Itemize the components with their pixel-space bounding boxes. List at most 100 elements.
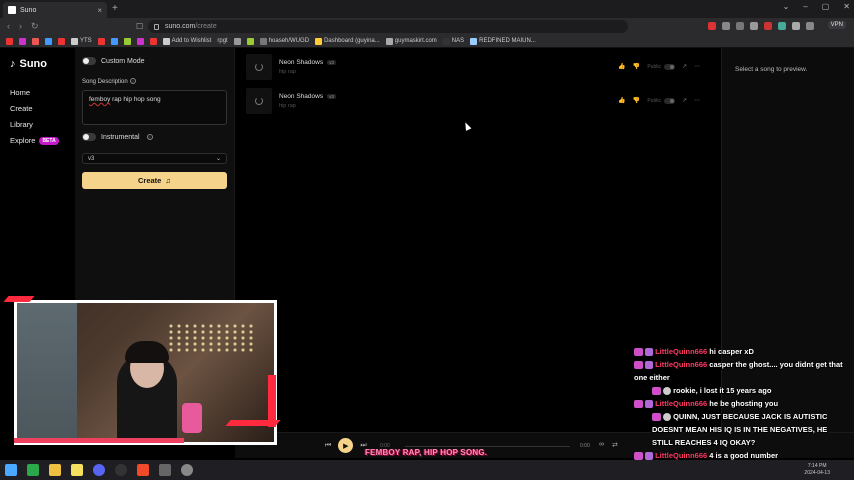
song-description-input[interactable]: femboy rap hip hop song <box>82 90 227 125</box>
song-tags: hip rap <box>279 103 296 109</box>
bookmark-icon-only[interactable] <box>45 37 52 45</box>
more-icon[interactable]: ⋯ <box>694 63 700 70</box>
model-select[interactable]: v3 ⌄ <box>82 153 227 164</box>
sidebar-item-library[interactable]: Library <box>10 120 65 129</box>
sub-badge-icon <box>652 387 661 396</box>
windows-start-icon[interactable] <box>5 464 17 476</box>
extension-icon[interactable] <box>792 22 800 30</box>
song-thumbnail <box>246 88 272 114</box>
shuffle-icon[interactable]: ⇄ <box>612 441 618 449</box>
extension-icon[interactable] <box>708 22 716 30</box>
string-lights <box>167 323 257 353</box>
help-icon[interactable]: ? <box>146 134 153 140</box>
extension-icon[interactable] <box>722 22 730 30</box>
brave-icon[interactable] <box>137 464 149 476</box>
thumbs-up-icon[interactable]: 👍 <box>618 97 625 104</box>
stream-chat: LittleQuinn666 hi casper xD LittleQuinn6… <box>634 345 849 462</box>
bookmark-item[interactable]: Add to Wishlist <box>162 37 211 45</box>
bookmark-item[interactable]: rpgt <box>217 38 227 44</box>
suno-favicon-icon <box>8 6 16 14</box>
previous-icon[interactable]: ⏮ <box>325 442 331 450</box>
sidebar-item-create[interactable]: Create <box>10 104 65 113</box>
maximize-button[interactable]: ▢ <box>822 2 830 11</box>
app-icon[interactable] <box>159 464 171 476</box>
progress-bar[interactable] <box>405 446 570 447</box>
forward-icon[interactable]: › <box>19 21 22 32</box>
bookmark-item[interactable]: Dashboard (guyina... <box>315 37 380 45</box>
bookmark-icon-only[interactable] <box>19 37 26 45</box>
bookmark-icon-only[interactable] <box>58 37 65 45</box>
tab-bar: Suno × + ⌄ – ▢ ✕ <box>0 0 854 18</box>
custom-mode-toggle[interactable] <box>82 57 96 65</box>
repeat-icon[interactable]: ∞ <box>599 441 604 449</box>
bookmark-icon-only[interactable] <box>233 37 241 45</box>
bookmark-item[interactable]: NAS <box>442 37 464 45</box>
sidebar-item-explore[interactable]: Explore BETA <box>10 136 65 145</box>
notes-icon[interactable] <box>71 464 83 476</box>
share-icon[interactable]: ↗ <box>682 63 687 70</box>
share-icon[interactable]: ↗ <box>682 97 687 104</box>
close-tab-icon[interactable]: × <box>97 6 102 15</box>
version-badge: v3 <box>327 60 336 65</box>
bookmark-icon-only[interactable] <box>97 37 105 45</box>
xbox-icon[interactable] <box>27 464 39 476</box>
bookmark-icon-only[interactable] <box>6 37 13 45</box>
bookmark-icon-only[interactable] <box>149 37 157 45</box>
song-row[interactable]: Neon Shadows v3 hip rap 👍 👎 Public ↗ ⋯ <box>246 87 710 115</box>
sidebar-item-home[interactable]: Home <box>10 88 65 97</box>
caption-text: FEMBOY RAP, HIP HOP SONG. <box>365 448 488 457</box>
minimize-button[interactable]: – <box>803 2 807 11</box>
close-window-button[interactable]: ✕ <box>843 2 850 11</box>
new-tab-button[interactable]: + <box>112 3 118 14</box>
music-note-icon: ♪ <box>10 58 16 70</box>
bookmark-icon[interactable]: ☐ <box>136 22 143 31</box>
address-bar[interactable]: suno.com/create <box>148 20 628 33</box>
tab-suno[interactable]: Suno × <box>3 2 107 18</box>
bookmark-item[interactable]: REDFINED MAIUN... <box>470 37 536 45</box>
instrumental-toggle[interactable] <box>82 133 96 141</box>
song-row[interactable]: Neon Shadows v3 hip rap 👍 👎 Public ↗ ⋯ <box>246 53 710 81</box>
song-title[interactable]: Neon Shadows <box>279 59 323 66</box>
create-button[interactable]: Create ♫ <box>82 172 227 189</box>
bookmark-item[interactable]: hoaseh/WUGD <box>259 37 309 45</box>
more-icon[interactable]: ⋯ <box>694 97 700 104</box>
thumbs-up-icon[interactable]: 👍 <box>618 63 625 70</box>
extension-icon[interactable] <box>806 22 814 30</box>
extension-icon[interactable] <box>736 22 744 30</box>
badge-icon <box>645 400 653 409</box>
back-icon[interactable]: ‹ <box>7 21 10 32</box>
extension-icon[interactable] <box>764 22 772 30</box>
public-toggle[interactable] <box>663 63 675 70</box>
bookmark-icon-only[interactable] <box>110 37 118 45</box>
app-icon[interactable] <box>181 464 193 476</box>
bookmark-icon-only[interactable] <box>246 37 254 45</box>
vpn-button[interactable]: VPN <box>827 21 846 29</box>
file-explorer-icon[interactable] <box>49 464 61 476</box>
lock-icon <box>154 23 159 30</box>
preview-placeholder: Select a song to preview. <box>735 66 808 73</box>
play-button[interactable]: ▶ <box>338 438 354 453</box>
song-title[interactable]: Neon Shadows <box>279 93 323 100</box>
bookmark-icon-only[interactable] <box>136 37 144 45</box>
help-icon[interactable]: ? <box>129 78 136 84</box>
extension-icon[interactable] <box>750 22 758 30</box>
bookmark-item[interactable]: guymaskirt.com <box>385 37 437 45</box>
song-description-label: Song Description? <box>82 78 136 85</box>
bookmark-item[interactable]: YTS <box>71 37 92 45</box>
bookmark-icon-only[interactable] <box>32 37 39 45</box>
public-toggle[interactable] <box>663 97 675 104</box>
reload-icon[interactable]: ↻ <box>31 21 39 32</box>
thumbs-down-icon[interactable]: 👎 <box>633 63 640 70</box>
obs-icon[interactable] <box>115 464 127 476</box>
thumbs-down-icon[interactable]: 👎 <box>633 97 640 104</box>
badge-icon <box>663 413 671 422</box>
badge-icon <box>645 361 653 370</box>
tab-title: Suno <box>20 6 37 14</box>
taskbar-clock[interactable]: 7:14 PM 2024-04-13 <box>804 463 830 477</box>
bookmark-icon-only[interactable] <box>123 37 131 45</box>
suno-logo[interactable]: ♪ Suno <box>10 58 65 70</box>
browser-toolbar: ‹ › ↻ ☐ suno.com/create VPN <box>0 18 854 35</box>
discord-icon[interactable] <box>93 464 105 476</box>
extension-icon[interactable] <box>778 22 786 30</box>
dropdown-icon[interactable]: ⌄ <box>783 2 790 11</box>
